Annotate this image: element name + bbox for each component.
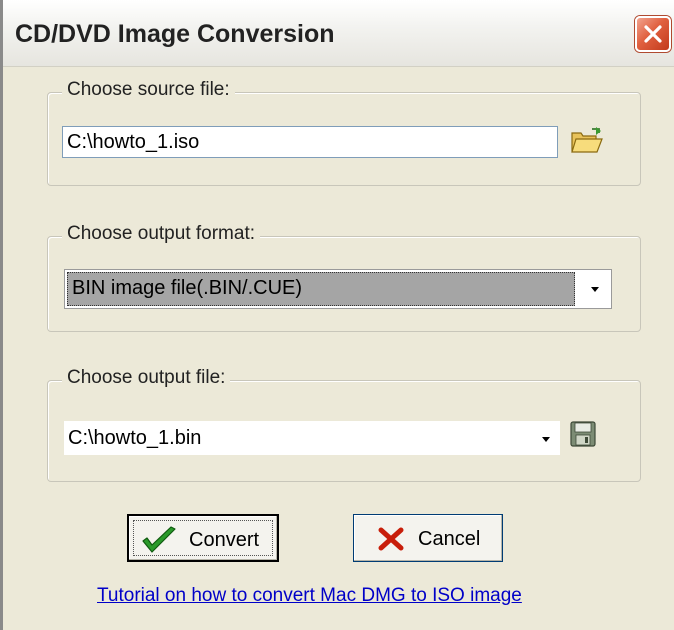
output-file-group: Choose output file: C:\howto_1.bin [47, 367, 641, 482]
output-file-value[interactable]: C:\howto_1.bin [68, 421, 201, 455]
source-file-group: Choose source file: [47, 79, 641, 186]
output-format-legend: Choose output format: [62, 223, 260, 245]
x-icon [378, 527, 404, 551]
convert-button[interactable]: Convert [127, 514, 279, 562]
chevron-down-icon[interactable] [538, 431, 554, 447]
source-file-legend: Choose source file: [62, 79, 235, 101]
source-file-field-box [62, 126, 558, 158]
checkmark-icon [142, 526, 176, 553]
output-format-select[interactable]: BIN image file(.BIN/.CUE) [64, 269, 612, 309]
window-title: CD/DVD Image Conversion [15, 20, 335, 48]
output-format-selected-value: BIN image file(.BIN/.CUE) [67, 272, 575, 306]
save-disk-icon [570, 421, 596, 447]
cancel-button[interactable]: Cancel [353, 514, 503, 562]
source-file-input[interactable] [63, 127, 557, 157]
close-button[interactable] [635, 16, 671, 52]
chevron-down-icon[interactable] [587, 281, 603, 297]
dialog-window: CD/DVD Image Conversion Choose source fi… [0, 0, 674, 630]
cancel-button-label: Cancel [418, 528, 481, 550]
tutorial-link[interactable]: Tutorial on how to convert Mac DMG to IS… [97, 585, 522, 607]
close-icon [644, 25, 662, 43]
save-output-button[interactable] [570, 421, 600, 451]
browse-source-button[interactable] [570, 127, 606, 157]
output-file-combo[interactable]: C:\howto_1.bin [64, 421, 560, 455]
open-folder-icon [571, 127, 603, 153]
convert-button-label: Convert [189, 529, 260, 551]
title-bar[interactable]: CD/DVD Image Conversion [3, 0, 674, 67]
output-format-group: Choose output format: BIN image file(.BI… [47, 223, 641, 332]
output-file-legend: Choose output file: [62, 367, 231, 389]
